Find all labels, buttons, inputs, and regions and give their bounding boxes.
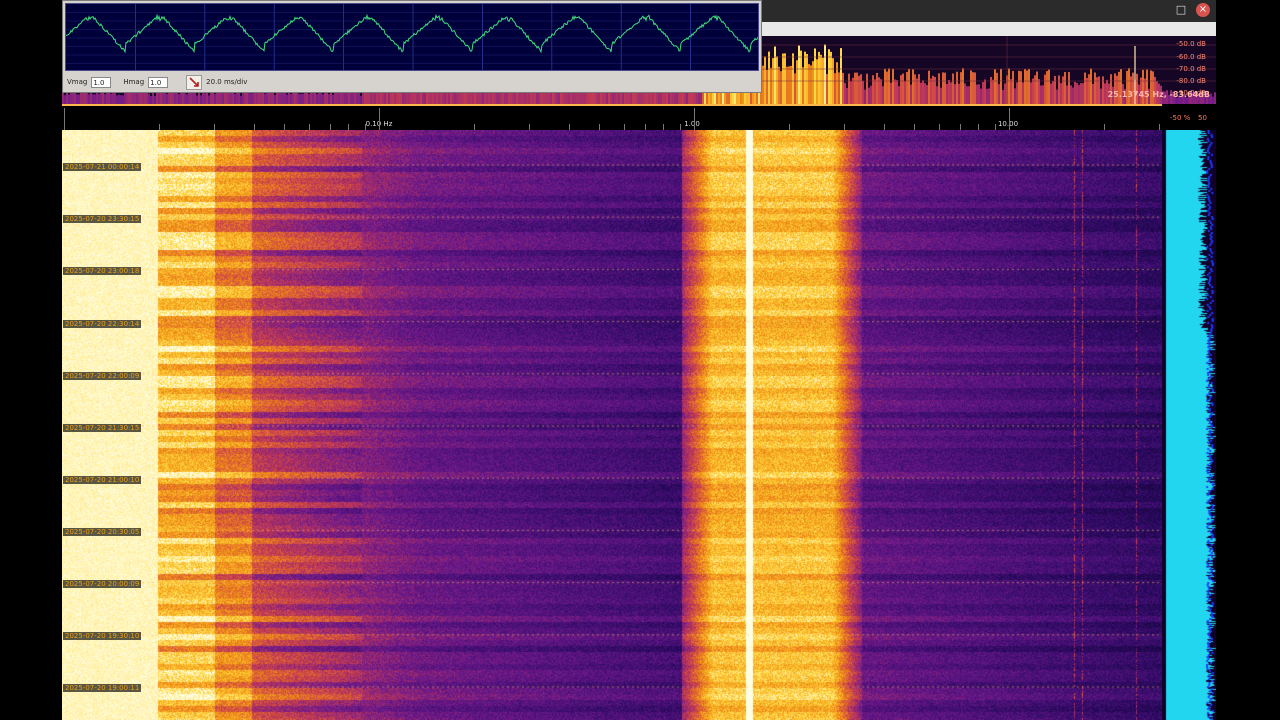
- freq-axis-highlight: [62, 104, 1162, 106]
- timestamp: 2025-07-20 22:00:09: [63, 372, 142, 380]
- timestamp: 2025-07-20 23:30:15: [63, 215, 142, 223]
- timestamp: 2025-07-20 20:30:05: [63, 528, 142, 536]
- cursor-readout: 25.13745 Hz, -83.64dB: [1107, 90, 1210, 99]
- oscilloscope-window[interactable]: Vmag 1.0 Hmag 1.0 20.0 ms/div: [62, 0, 762, 93]
- freq-tick: [1009, 108, 1010, 130]
- db-label: -70.0 dB: [1176, 65, 1206, 73]
- timestamp: 2025-07-20 19:00:11: [63, 684, 142, 692]
- frequency-axis[interactable]: 0.10 Hz 1.00 10.00: [62, 104, 1162, 130]
- waterfall-display[interactable]: [62, 130, 1162, 720]
- menu-strip: [762, 22, 1216, 36]
- signal-level-meter: [1162, 130, 1216, 720]
- scope-controls: Vmag 1.0 Hmag 1.0 20.0 ms/div: [67, 73, 247, 91]
- close-button[interactable]: ×: [1196, 3, 1210, 17]
- timestamp-column: 2025-07-21 00:00:14 2025-07-20 23:30:15 …: [62, 130, 158, 720]
- timestamp: 2025-07-20 20:00:09: [63, 580, 142, 588]
- vmag-label: Vmag: [67, 78, 88, 86]
- spectrum-lab-window: □ × -50.0 dB -60.0 dB -70.0 dB -80.0 dB …: [62, 0, 1216, 720]
- timestamp: 2025-07-20 23:00:18: [63, 267, 142, 275]
- title-bar: □ ×: [762, 0, 1216, 22]
- vmag-input[interactable]: 1.0: [91, 76, 112, 88]
- freq-tick: [64, 108, 65, 130]
- db-label: -50.0 dB: [1176, 40, 1206, 48]
- timestamp: 2025-07-20 21:30:15: [63, 424, 142, 432]
- timestamp: 2025-07-20 22:30:14: [63, 320, 142, 328]
- hmag-input[interactable]: 1.0: [148, 76, 169, 88]
- timestamp: 2025-07-21 00:00:14: [63, 163, 142, 171]
- window-controls: □ ×: [1174, 3, 1210, 17]
- level-axis: -50 % 50: [1162, 104, 1216, 130]
- percent-label: 50: [1198, 114, 1207, 122]
- percent-label: -50 %: [1170, 114, 1191, 122]
- probe-icon[interactable]: [186, 74, 203, 90]
- oscilloscope-plot: [65, 3, 759, 71]
- hmag-label: Hmag: [123, 78, 145, 86]
- freq-label: 1.00: [684, 120, 700, 128]
- freq-label: 10.00: [997, 120, 1019, 128]
- timestamp: 2025-07-20 21:00:10: [63, 476, 142, 484]
- timebase-label: 20.0 ms/div: [206, 78, 248, 86]
- freq-tick: [379, 108, 380, 130]
- db-label: -80.0 dB: [1176, 77, 1206, 85]
- maximize-button[interactable]: □: [1174, 3, 1188, 17]
- db-label: -60.0 dB: [1176, 53, 1206, 61]
- timestamp: 2025-07-20 19:30:10: [63, 632, 142, 640]
- freq-tick: [694, 108, 695, 130]
